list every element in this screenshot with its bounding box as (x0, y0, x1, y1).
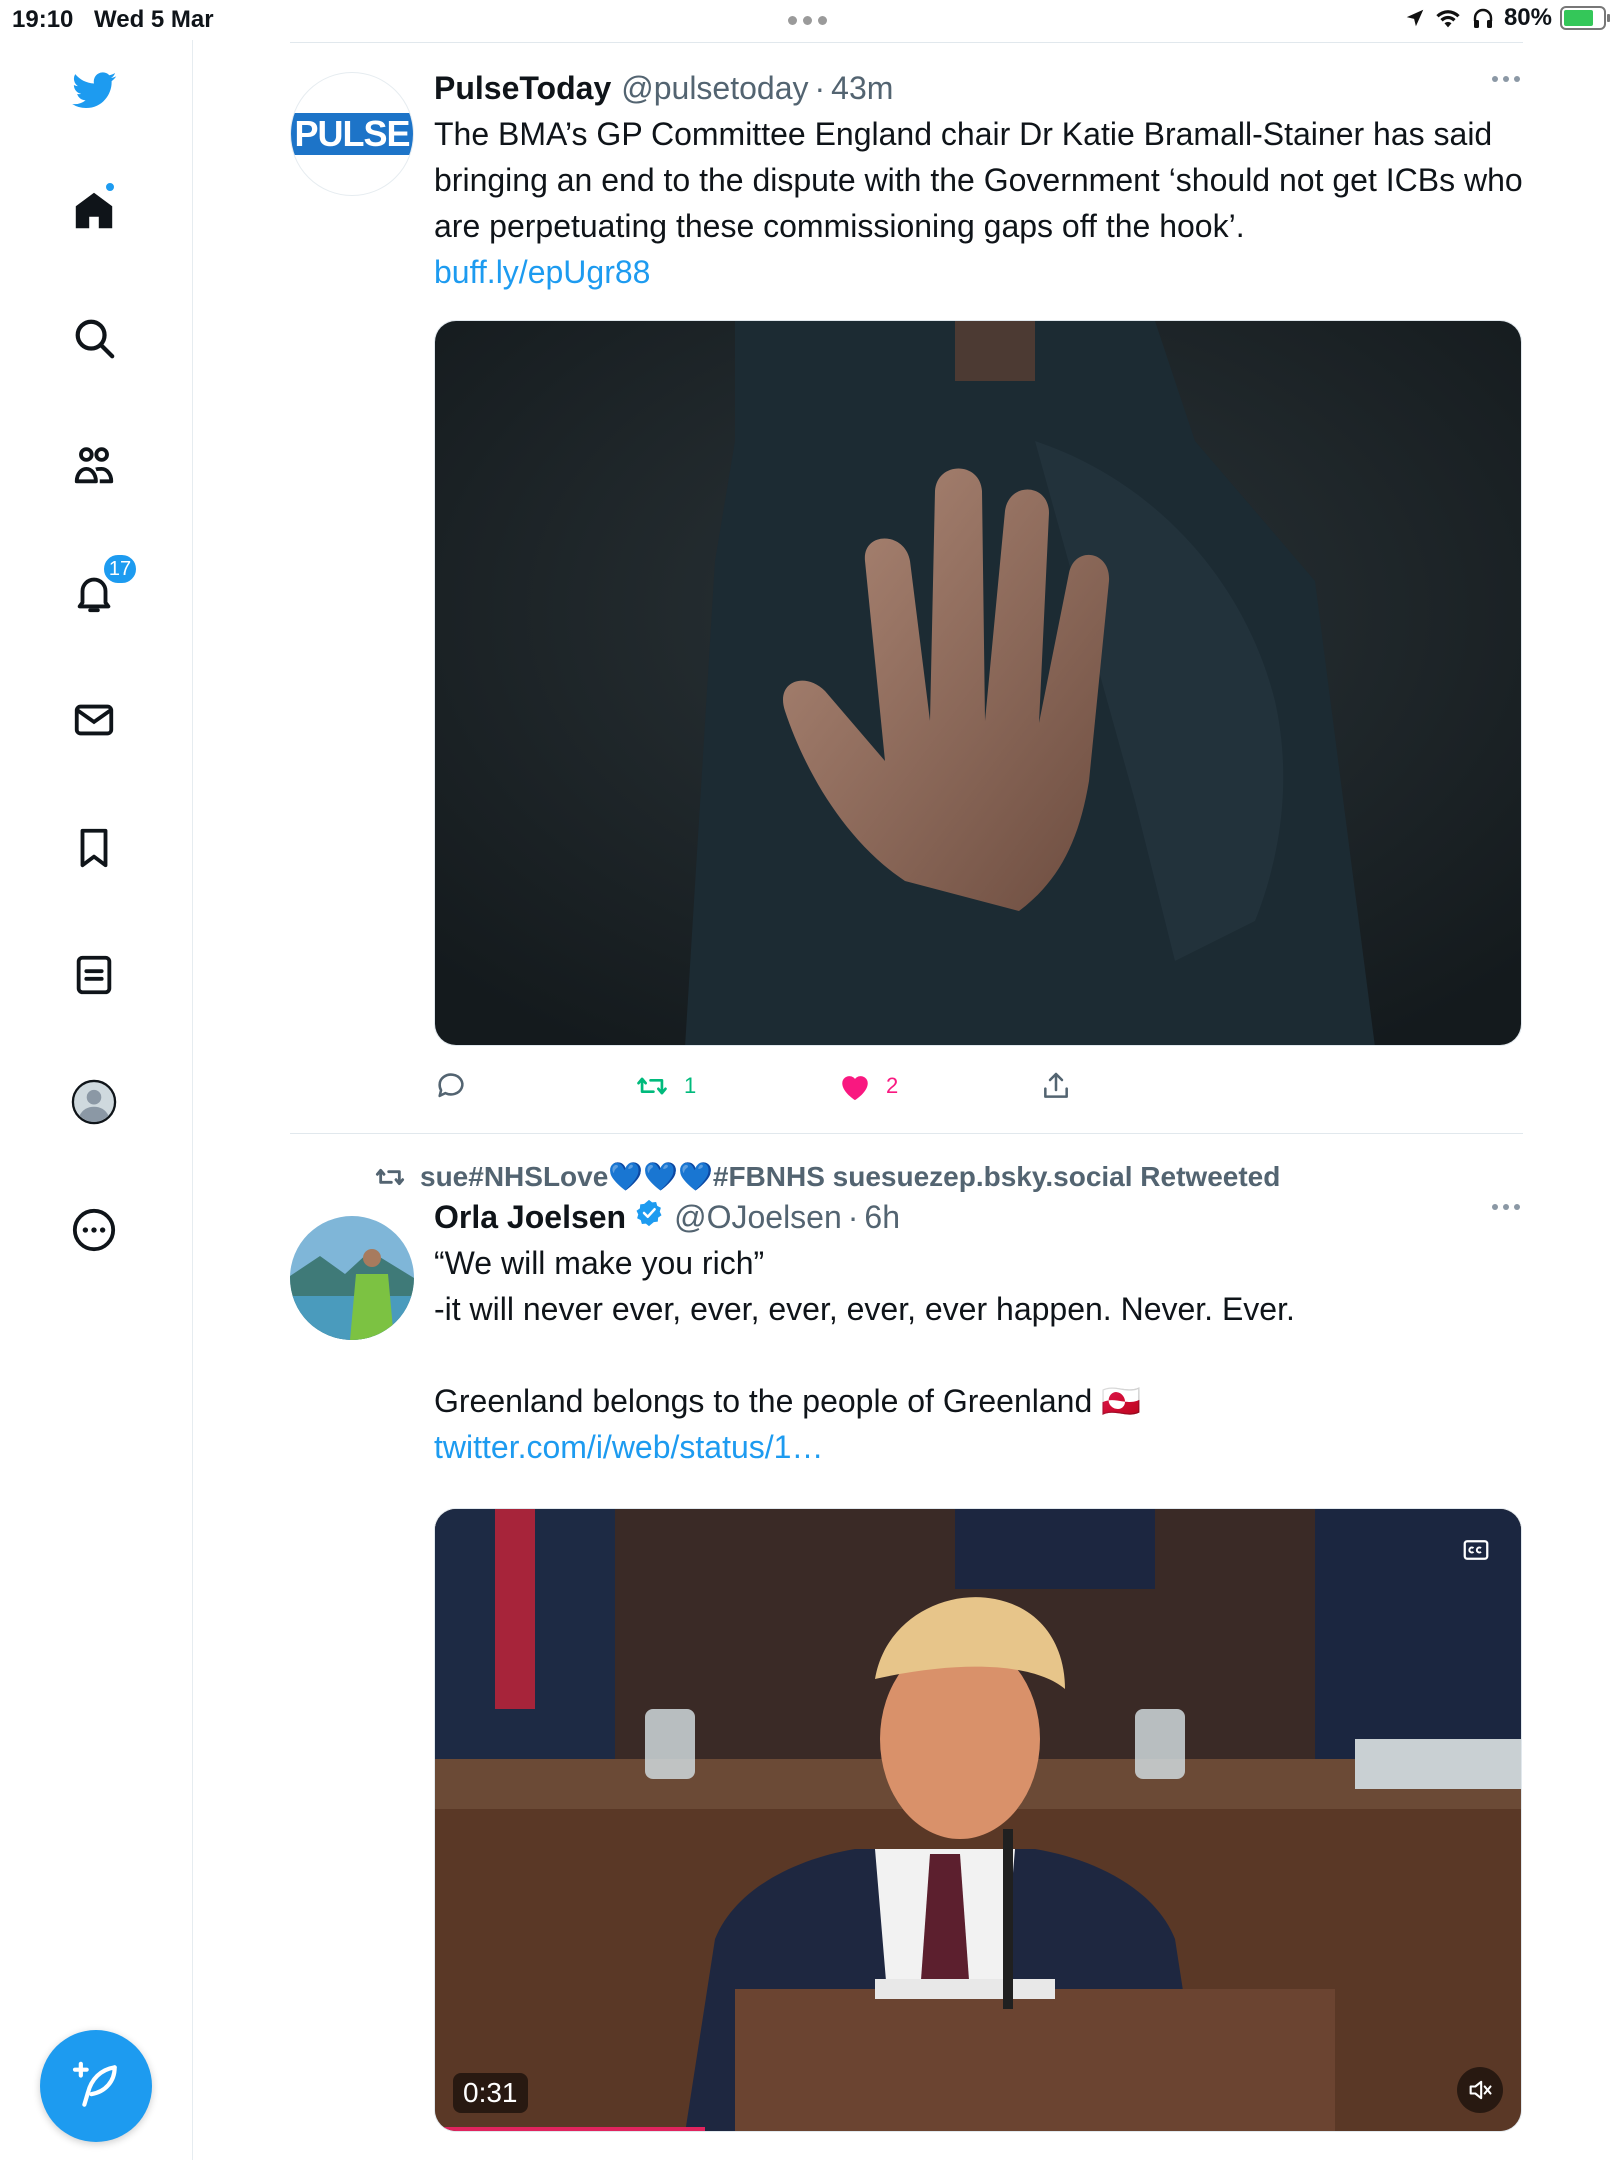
notifications-badge: 17 (102, 553, 138, 585)
stop-hand-photo (435, 321, 1521, 1045)
reply-button[interactable] (434, 1069, 468, 1103)
status-time: 19:10 (12, 6, 74, 33)
communities-icon[interactable] (66, 438, 122, 494)
compose-tweet-button[interactable] (40, 2030, 152, 2142)
retweet-button[interactable]: 1 (634, 1069, 696, 1103)
tweet-image[interactable] (434, 320, 1522, 1046)
more-icon[interactable] (66, 1202, 122, 1258)
lists-icon[interactable] (66, 947, 122, 1003)
compose-feather-icon (72, 2061, 117, 2107)
tweet-actions: 1 2 (434, 1066, 1522, 1106)
video-timestamp: 0:31 (453, 2073, 528, 2113)
tweet-line-1: “We will make you rich” (434, 1245, 765, 1281)
verified-badge-icon (636, 1199, 662, 1227)
twitter-logo-icon[interactable] (66, 62, 122, 118)
heart-icon (842, 1076, 868, 1101)
tweet-line-2: -it will never ever, ever, ever, ever, e… (434, 1291, 1295, 1327)
tweet-pulsetoday[interactable]: PULSE PulseToday @pulsetoday · 43m The B… (290, 70, 1523, 1130)
search-icon[interactable] (66, 310, 122, 366)
author-name[interactable]: PulseToday (434, 70, 611, 107)
divider (290, 42, 1523, 43)
tweet-time[interactable]: 6h (864, 1199, 900, 1236)
tweet-content: PulseToday @pulsetoday · 43m The BMA’s G… (434, 70, 1524, 1101)
home-unread-dot (104, 181, 116, 193)
retweeted-by-label: sue#NHSLove💙💙💙#FBNHS suesuezep.bsky.soci… (420, 1161, 1281, 1192)
status-date: Wed 5 Mar (94, 6, 214, 33)
retweeted-by[interactable]: sue#NHSLove💙💙💙#FBNHS suesuezep.bsky.soci… (372, 1160, 1280, 1193)
video-frame (435, 1509, 1521, 2131)
pulse-logo: PULSE (291, 113, 413, 155)
author-name[interactable]: Orla Joelsen (434, 1199, 626, 1236)
home-icon[interactable] (66, 181, 122, 239)
tweet-content: Orla Joelsen @OJoelsen · 6h “We will mak… (434, 1198, 1524, 2132)
avatar[interactable] (290, 1216, 414, 1340)
tweet-header: Orla Joelsen @OJoelsen · 6h (434, 1198, 1524, 1236)
mute-icon[interactable] (1457, 2067, 1503, 2113)
battery-icon (1560, 6, 1610, 30)
captions-icon[interactable] (1457, 1531, 1495, 1569)
retweet-icon (637, 1077, 667, 1095)
divider (290, 1133, 1523, 1134)
share-icon (1044, 1072, 1068, 1098)
tweet-text: “We will make you rich” -it will never e… (434, 1240, 1524, 1470)
tweet-text: The BMA’s GP Committee England chair Dr … (434, 111, 1524, 295)
tweet-header: PulseToday @pulsetoday · 43m (434, 70, 1524, 107)
author-handle[interactable]: @pulsetoday (621, 70, 808, 107)
notifications-icon[interactable]: 17 (66, 553, 138, 621)
like-count: 2 (886, 1073, 899, 1098)
avatar-photo (290, 1216, 414, 1340)
bookmarks-icon[interactable] (66, 820, 122, 876)
messages-icon[interactable] (66, 692, 122, 748)
tweet-time[interactable]: 43m (831, 70, 893, 107)
tweet-link[interactable]: buff.ly/epUgr88 (434, 254, 650, 290)
tweet-ojoelsen[interactable]: sue#NHSLove💙💙💙#FBNHS suesuezep.bsky.soci… (290, 1160, 1523, 2160)
tweet-video[interactable]: 0:31 (434, 1508, 1522, 2132)
tweet-line-3: Greenland belongs to the people of Green… (434, 1383, 1141, 1419)
profile-icon[interactable] (66, 1074, 122, 1130)
timeline: PULSE PulseToday @pulsetoday · 43m The B… (290, 0, 1523, 2160)
retweet-icon (375, 1168, 405, 1185)
tweet-body: The BMA’s GP Committee England chair Dr … (434, 116, 1523, 244)
share-button[interactable] (1040, 1070, 1072, 1102)
separator: · (814, 70, 826, 106)
tweet-more-icon[interactable] (1492, 76, 1520, 82)
like-button[interactable]: 2 (838, 1070, 898, 1102)
separator: · (847, 1199, 859, 1235)
tweet-link[interactable]: twitter.com/i/web/status/1… (434, 1429, 823, 1465)
tweet-more-icon[interactable] (1492, 1204, 1520, 1210)
author-handle[interactable]: @OJoelsen (674, 1199, 842, 1236)
retweet-count: 1 (684, 1073, 697, 1098)
avatar[interactable]: PULSE (290, 72, 414, 196)
sidebar: 17 (0, 40, 193, 2160)
reply-icon (438, 1073, 464, 1098)
